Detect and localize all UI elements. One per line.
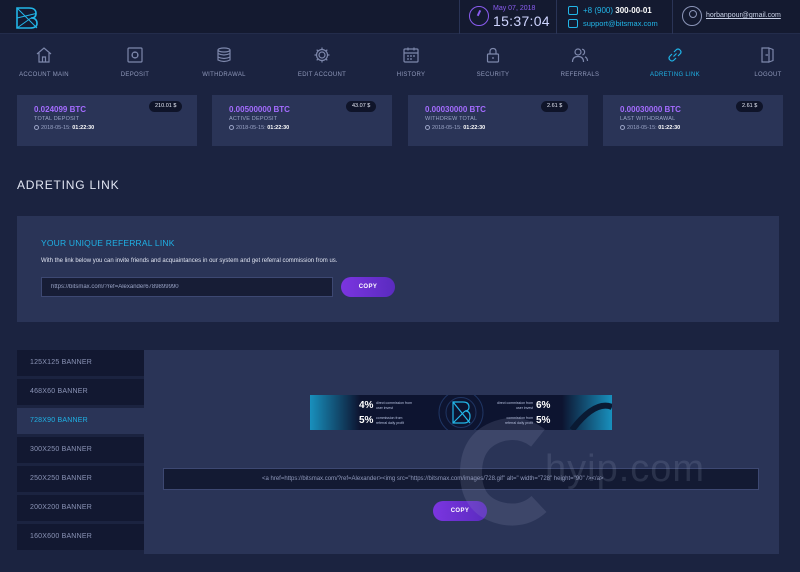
card-label: ACTIVE DEPOSIT bbox=[229, 116, 278, 122]
referral-panel: YOUR UNIQUE REFERRAL LINK With the link … bbox=[17, 216, 779, 322]
card-timestamp: 2018-05-15: 01:22:30 bbox=[620, 125, 680, 131]
banner-text: commission from referral daily profit bbox=[376, 416, 405, 425]
banner-graphic bbox=[310, 395, 612, 430]
banner-pct: 6% bbox=[536, 400, 551, 411]
logo-icon[interactable] bbox=[14, 5, 40, 31]
main-nav: ACCOUNT MAIN DEPOSIT WITHDRAWAL EDIT ACC… bbox=[0, 34, 800, 86]
banner-text: commission from referral daily profit bbox=[504, 416, 533, 425]
nav-item-edit-account[interactable]: EDIT ACCOUNT bbox=[290, 34, 354, 86]
nav-item-adreting-link[interactable]: ADRETING LINK bbox=[643, 34, 707, 86]
stat-card-last-withdrawal: 0.00030000 BTC LAST WITHDRAWAL 2018-05-1… bbox=[603, 95, 783, 146]
banner-tab-160x600[interactable]: 160X600 BANNER bbox=[17, 524, 144, 550]
card-badge: 43.07 $ bbox=[346, 101, 377, 112]
card-amount: 0.00030000 BTC bbox=[425, 105, 486, 114]
card-badge: 2.61 $ bbox=[736, 101, 764, 112]
banner-tab-300x250[interactable]: 300X250 BANNER bbox=[17, 437, 144, 463]
current-date: May 07, 2018 bbox=[493, 5, 536, 12]
nav-label: HISTORY bbox=[396, 72, 426, 78]
divider bbox=[459, 0, 460, 34]
banner-tab-250x250[interactable]: 250X250 BANNER bbox=[17, 466, 144, 492]
page-title: ADRETING LINK bbox=[17, 178, 120, 192]
nav-item-referrals[interactable]: REFERRALS bbox=[550, 34, 610, 86]
nav-item-security[interactable]: SECURITY bbox=[467, 34, 519, 86]
clock-icon bbox=[425, 125, 430, 130]
nav-label: EDIT ACCOUNT bbox=[297, 72, 347, 78]
nav-item-withdrawal[interactable]: WITHDRAWAL bbox=[192, 34, 256, 86]
stat-card-active-deposit: 0.00500000 BTC ACTIVE DEPOSIT 2018-05-15… bbox=[212, 95, 392, 146]
nav-item-history[interactable]: HISTORY bbox=[385, 34, 437, 86]
banner-pct: 4% bbox=[359, 400, 374, 411]
mail-icon bbox=[568, 19, 578, 28]
logout-icon bbox=[761, 47, 774, 63]
nav-item-account-main[interactable]: ACCOUNT MAIN bbox=[10, 34, 78, 86]
referral-title: YOUR UNIQUE REFERRAL LINK bbox=[41, 238, 175, 248]
card-amount: 0.00030000 BTC bbox=[620, 105, 681, 114]
card-timestamp: 2018-05-15: 01:22:30 bbox=[425, 125, 485, 131]
support-email[interactable]: support@bitsmax.com bbox=[583, 19, 658, 28]
banner-tab-468x60[interactable]: 468X60 BANNER bbox=[17, 379, 144, 405]
banner-tab-728x90[interactable]: 728X90 BANNER bbox=[17, 408, 144, 434]
card-amount: 0.024099 BTC bbox=[34, 105, 87, 114]
card-label: LAST WITHDRAWAL bbox=[620, 116, 676, 122]
nav-label: WITHDRAWAL bbox=[202, 72, 246, 78]
current-time: 15:37:04 bbox=[493, 13, 550, 29]
divider bbox=[556, 0, 557, 34]
banner-tab-200x200[interactable]: 200X200 BANNER bbox=[17, 495, 144, 521]
referral-description: With the link below you can invite frien… bbox=[41, 258, 338, 264]
nav-label: ACCOUNT MAIN bbox=[19, 72, 69, 78]
nav-label: LOGOUT bbox=[754, 72, 782, 78]
nav-label: SECURITY bbox=[476, 72, 510, 78]
clock-icon bbox=[469, 6, 489, 26]
card-timestamp: 2018-05-15: 01:22:30 bbox=[229, 125, 289, 131]
banner-tab-125x125[interactable]: 125X125 BANNER bbox=[17, 350, 144, 376]
home-icon bbox=[36, 47, 52, 63]
clock-icon bbox=[229, 125, 234, 130]
card-badge: 210.01 $ bbox=[149, 101, 183, 112]
card-label: WITHDREW TOTAL bbox=[425, 116, 478, 122]
referral-link-input[interactable] bbox=[41, 277, 333, 297]
nav-label: REFERRALS bbox=[560, 72, 600, 78]
stat-card-total-deposit: 0.024099 BTC TOTAL DEPOSIT 2018-05-15: 0… bbox=[17, 95, 197, 146]
username-link[interactable]: horbanpour@gmail.com bbox=[706, 12, 781, 19]
nav-item-logout[interactable]: LOGOUT bbox=[743, 34, 793, 86]
divider bbox=[672, 0, 673, 34]
lock-icon bbox=[486, 47, 500, 63]
card-badge: 2.61 $ bbox=[541, 101, 569, 112]
banner-pct: 5% bbox=[536, 415, 551, 426]
coins-icon bbox=[217, 47, 231, 63]
top-bar: May 07, 2018 15:37:04 +8 (900) 300-00-01… bbox=[0, 0, 800, 34]
phone-number: +8 (900) 300-00-01 bbox=[583, 6, 652, 15]
nav-label: DEPOSIT bbox=[120, 72, 150, 78]
clock-icon bbox=[620, 125, 625, 130]
copy-referral-button[interactable]: COPY bbox=[341, 277, 395, 297]
card-timestamp: 2018-05-15: 01:22:30 bbox=[34, 125, 94, 131]
nav-item-deposit[interactable]: DEPOSIT bbox=[105, 34, 165, 86]
banner-preview-image: 4% direct commission from user invest 5%… bbox=[310, 395, 612, 430]
watermark-text: hyip.com bbox=[545, 448, 706, 490]
gear-icon bbox=[314, 47, 330, 63]
phone-icon bbox=[568, 6, 578, 15]
clock-icon bbox=[34, 125, 39, 130]
link-icon bbox=[668, 48, 682, 62]
card-amount: 0.00500000 BTC bbox=[229, 105, 290, 114]
banner-pct: 5% bbox=[359, 415, 374, 426]
stat-card-withdrew-total: 0.00030000 BTC WITHDREW TOTAL 2018-05-15… bbox=[408, 95, 588, 146]
banner-text: direct commission from user invest bbox=[497, 401, 533, 410]
card-label: TOTAL DEPOSIT bbox=[34, 116, 80, 122]
users-icon bbox=[571, 48, 589, 63]
copy-banner-code-button[interactable]: COPY bbox=[433, 501, 487, 521]
safe-icon bbox=[127, 47, 143, 63]
nav-label: ADRETING LINK bbox=[650, 72, 700, 78]
banner-text: direct commission from user invest bbox=[376, 401, 412, 410]
calendar-icon bbox=[403, 47, 419, 63]
user-avatar-icon[interactable] bbox=[682, 6, 702, 26]
